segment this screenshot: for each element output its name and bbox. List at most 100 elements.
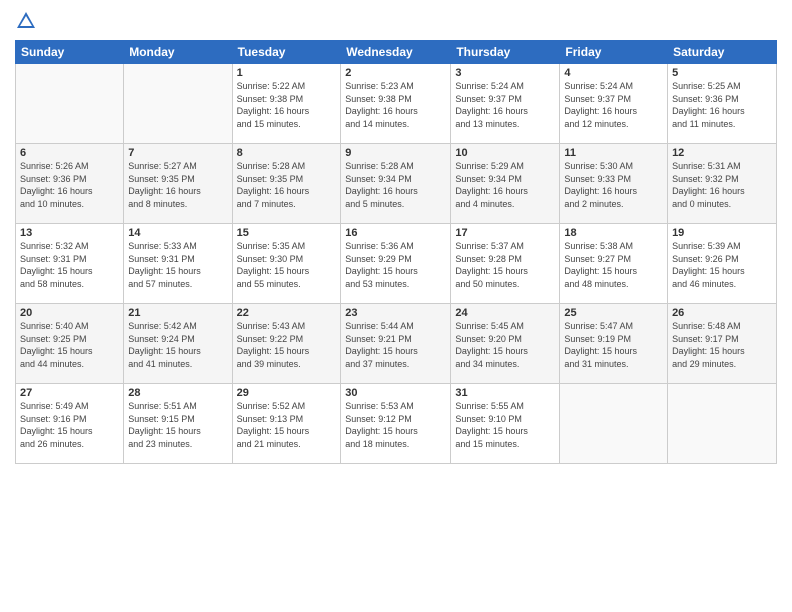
day-info: Sunrise: 5:40 AM Sunset: 9:25 PM Dayligh… [20,320,119,370]
day-info: Sunrise: 5:44 AM Sunset: 9:21 PM Dayligh… [345,320,446,370]
calendar-cell: 1Sunrise: 5:22 AM Sunset: 9:38 PM Daylig… [232,64,341,144]
day-number: 17 [455,227,555,239]
calendar-cell: 12Sunrise: 5:31 AM Sunset: 9:32 PM Dayli… [668,144,777,224]
day-info: Sunrise: 5:49 AM Sunset: 9:16 PM Dayligh… [20,400,119,450]
day-number: 24 [455,307,555,319]
day-number: 4 [564,67,663,79]
day-number: 6 [20,147,119,159]
calendar-cell [668,384,777,464]
calendar-week-5: 27Sunrise: 5:49 AM Sunset: 9:16 PM Dayli… [16,384,777,464]
calendar-cell: 23Sunrise: 5:44 AM Sunset: 9:21 PM Dayli… [341,304,451,384]
day-info: Sunrise: 5:26 AM Sunset: 9:36 PM Dayligh… [20,160,119,210]
header-cell-monday: Monday [124,41,232,64]
day-info: Sunrise: 5:53 AM Sunset: 9:12 PM Dayligh… [345,400,446,450]
calendar-cell: 13Sunrise: 5:32 AM Sunset: 9:31 PM Dayli… [16,224,124,304]
day-info: Sunrise: 5:30 AM Sunset: 9:33 PM Dayligh… [564,160,663,210]
logo [15,10,39,32]
header-cell-saturday: Saturday [668,41,777,64]
day-number: 27 [20,387,119,399]
calendar-cell: 2Sunrise: 5:23 AM Sunset: 9:38 PM Daylig… [341,64,451,144]
header-cell-wednesday: Wednesday [341,41,451,64]
calendar-cell: 6Sunrise: 5:26 AM Sunset: 9:36 PM Daylig… [16,144,124,224]
header [15,10,777,32]
day-number: 3 [455,67,555,79]
header-cell-friday: Friday [560,41,668,64]
calendar-cell: 10Sunrise: 5:29 AM Sunset: 9:34 PM Dayli… [451,144,560,224]
calendar-cell: 16Sunrise: 5:36 AM Sunset: 9:29 PM Dayli… [341,224,451,304]
day-info: Sunrise: 5:55 AM Sunset: 9:10 PM Dayligh… [455,400,555,450]
calendar-week-1: 1Sunrise: 5:22 AM Sunset: 9:38 PM Daylig… [16,64,777,144]
day-number: 16 [345,227,446,239]
day-number: 7 [128,147,227,159]
day-info: Sunrise: 5:36 AM Sunset: 9:29 PM Dayligh… [345,240,446,290]
day-number: 9 [345,147,446,159]
calendar-cell: 18Sunrise: 5:38 AM Sunset: 9:27 PM Dayli… [560,224,668,304]
calendar-cell: 5Sunrise: 5:25 AM Sunset: 9:36 PM Daylig… [668,64,777,144]
day-info: Sunrise: 5:29 AM Sunset: 9:34 PM Dayligh… [455,160,555,210]
calendar-cell [16,64,124,144]
day-number: 14 [128,227,227,239]
calendar-cell: 7Sunrise: 5:27 AM Sunset: 9:35 PM Daylig… [124,144,232,224]
calendar-cell: 26Sunrise: 5:48 AM Sunset: 9:17 PM Dayli… [668,304,777,384]
calendar-cell: 20Sunrise: 5:40 AM Sunset: 9:25 PM Dayli… [16,304,124,384]
day-info: Sunrise: 5:28 AM Sunset: 9:35 PM Dayligh… [237,160,337,210]
day-info: Sunrise: 5:51 AM Sunset: 9:15 PM Dayligh… [128,400,227,450]
day-number: 22 [237,307,337,319]
day-info: Sunrise: 5:22 AM Sunset: 9:38 PM Dayligh… [237,80,337,130]
page: SundayMondayTuesdayWednesdayThursdayFrid… [0,0,792,612]
day-info: Sunrise: 5:38 AM Sunset: 9:27 PM Dayligh… [564,240,663,290]
day-info: Sunrise: 5:35 AM Sunset: 9:30 PM Dayligh… [237,240,337,290]
day-number: 28 [128,387,227,399]
day-info: Sunrise: 5:33 AM Sunset: 9:31 PM Dayligh… [128,240,227,290]
day-number: 18 [564,227,663,239]
calendar-cell: 27Sunrise: 5:49 AM Sunset: 9:16 PM Dayli… [16,384,124,464]
day-info: Sunrise: 5:37 AM Sunset: 9:28 PM Dayligh… [455,240,555,290]
day-number: 31 [455,387,555,399]
calendar-cell: 8Sunrise: 5:28 AM Sunset: 9:35 PM Daylig… [232,144,341,224]
day-info: Sunrise: 5:28 AM Sunset: 9:34 PM Dayligh… [345,160,446,210]
calendar-cell: 14Sunrise: 5:33 AM Sunset: 9:31 PM Dayli… [124,224,232,304]
header-cell-sunday: Sunday [16,41,124,64]
day-info: Sunrise: 5:52 AM Sunset: 9:13 PM Dayligh… [237,400,337,450]
day-info: Sunrise: 5:32 AM Sunset: 9:31 PM Dayligh… [20,240,119,290]
day-number: 13 [20,227,119,239]
day-info: Sunrise: 5:24 AM Sunset: 9:37 PM Dayligh… [455,80,555,130]
day-number: 12 [672,147,772,159]
header-cell-thursday: Thursday [451,41,560,64]
calendar-cell: 24Sunrise: 5:45 AM Sunset: 9:20 PM Dayli… [451,304,560,384]
calendar-cell: 3Sunrise: 5:24 AM Sunset: 9:37 PM Daylig… [451,64,560,144]
calendar-cell: 28Sunrise: 5:51 AM Sunset: 9:15 PM Dayli… [124,384,232,464]
day-number: 23 [345,307,446,319]
day-info: Sunrise: 5:23 AM Sunset: 9:38 PM Dayligh… [345,80,446,130]
calendar-cell: 31Sunrise: 5:55 AM Sunset: 9:10 PM Dayli… [451,384,560,464]
calendar-cell: 19Sunrise: 5:39 AM Sunset: 9:26 PM Dayli… [668,224,777,304]
calendar-week-4: 20Sunrise: 5:40 AM Sunset: 9:25 PM Dayli… [16,304,777,384]
day-number: 8 [237,147,337,159]
day-number: 20 [20,307,119,319]
day-number: 2 [345,67,446,79]
day-info: Sunrise: 5:48 AM Sunset: 9:17 PM Dayligh… [672,320,772,370]
day-info: Sunrise: 5:24 AM Sunset: 9:37 PM Dayligh… [564,80,663,130]
logo-icon [15,10,37,32]
day-number: 10 [455,147,555,159]
calendar-cell: 11Sunrise: 5:30 AM Sunset: 9:33 PM Dayli… [560,144,668,224]
day-number: 1 [237,67,337,79]
day-info: Sunrise: 5:47 AM Sunset: 9:19 PM Dayligh… [564,320,663,370]
day-info: Sunrise: 5:25 AM Sunset: 9:36 PM Dayligh… [672,80,772,130]
calendar-cell: 17Sunrise: 5:37 AM Sunset: 9:28 PM Dayli… [451,224,560,304]
day-number: 5 [672,67,772,79]
calendar-cell: 9Sunrise: 5:28 AM Sunset: 9:34 PM Daylig… [341,144,451,224]
calendar-cell [560,384,668,464]
day-number: 26 [672,307,772,319]
day-number: 15 [237,227,337,239]
day-info: Sunrise: 5:27 AM Sunset: 9:35 PM Dayligh… [128,160,227,210]
calendar-cell: 15Sunrise: 5:35 AM Sunset: 9:30 PM Dayli… [232,224,341,304]
calendar-cell: 30Sunrise: 5:53 AM Sunset: 9:12 PM Dayli… [341,384,451,464]
day-info: Sunrise: 5:42 AM Sunset: 9:24 PM Dayligh… [128,320,227,370]
day-number: 21 [128,307,227,319]
day-info: Sunrise: 5:43 AM Sunset: 9:22 PM Dayligh… [237,320,337,370]
calendar-week-2: 6Sunrise: 5:26 AM Sunset: 9:36 PM Daylig… [16,144,777,224]
calendar-cell: 29Sunrise: 5:52 AM Sunset: 9:13 PM Dayli… [232,384,341,464]
header-cell-tuesday: Tuesday [232,41,341,64]
calendar-cell: 21Sunrise: 5:42 AM Sunset: 9:24 PM Dayli… [124,304,232,384]
